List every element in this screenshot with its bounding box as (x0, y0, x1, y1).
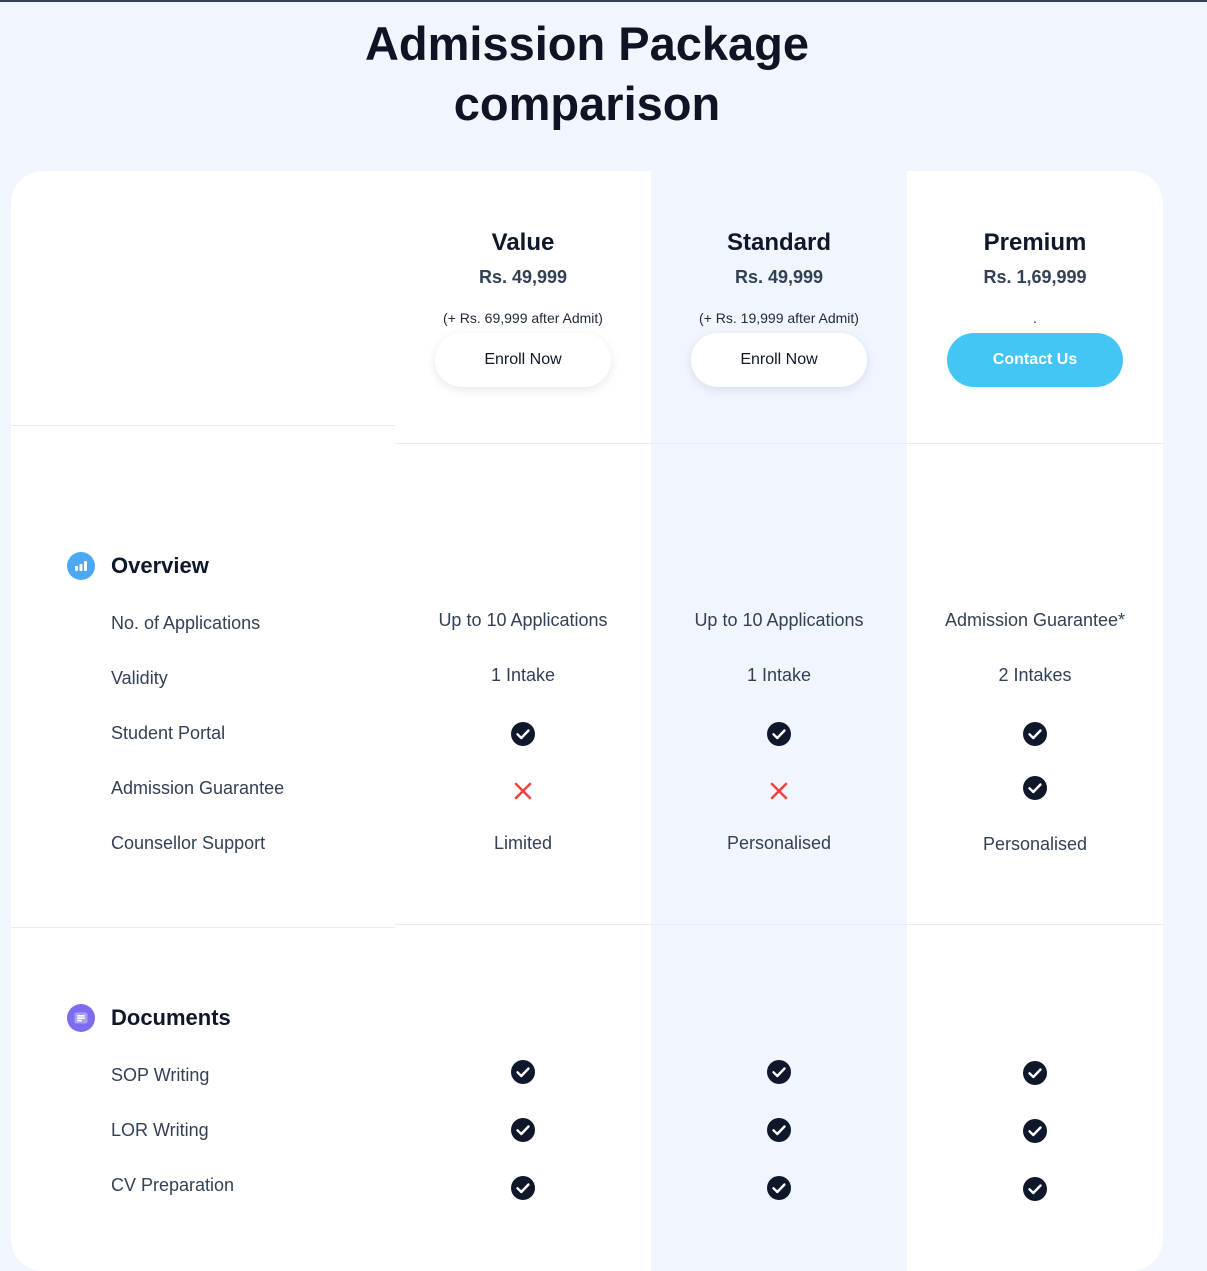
cell-premium (907, 775, 1163, 801)
cell-value (395, 1059, 651, 1085)
divider-plans-header (395, 443, 1163, 444)
contact-us-button[interactable]: Contact Us (947, 333, 1123, 387)
cell-premium (907, 1176, 1163, 1202)
page-title-line2: comparison (453, 77, 721, 130)
bar-chart-icon (67, 552, 95, 580)
check-icon (767, 722, 791, 747)
cell-value (395, 1175, 651, 1201)
cell-value: 1 Intake (490, 665, 556, 685)
cell-premium: Admission Guarantee* (944, 610, 1126, 630)
cell-premium (907, 1118, 1163, 1144)
cell-standard (651, 1059, 907, 1085)
cell-standard (651, 1117, 907, 1143)
row-label: CV Preparation (111, 1175, 235, 1195)
cross-icon (514, 782, 532, 800)
plan-name: Value (491, 229, 555, 256)
section-title: Overview (111, 553, 209, 578)
row-label: Student Portal (111, 723, 226, 743)
check-icon (1023, 1119, 1047, 1144)
row-label: Admission Guarantee (111, 778, 285, 798)
top-border (0, 0, 1207, 2)
row-label: SOP Writing (111, 1065, 210, 1085)
plan-price: Rs. 49,999 (734, 267, 824, 287)
cell-standard: Personalised (726, 833, 832, 853)
plan-price: Rs. 1,69,999 (983, 267, 1087, 287)
check-icon (511, 1060, 535, 1085)
cell-premium: Personalised (982, 834, 1088, 854)
plan-note: (+ Rs. 69,999 after Admit) (443, 310, 603, 326)
cell-premium (907, 721, 1163, 747)
check-icon (1023, 1061, 1047, 1086)
cell-value: Up to 10 Applications (438, 610, 608, 630)
cell-value (395, 1117, 651, 1143)
row-label: LOR Writing (111, 1120, 209, 1140)
cross-icon (770, 782, 788, 800)
plan-price: Rs. 49,999 (478, 267, 568, 287)
check-icon (767, 1176, 791, 1201)
divider-label-overview (11, 927, 395, 928)
plan-name: Premium (983, 229, 1087, 256)
plan-note: (+ Rs. 19,999 after Admit) (699, 310, 859, 326)
page-title-line1: Admission Package (364, 17, 810, 70)
enroll-now-button[interactable]: Enroll Now (435, 333, 611, 387)
section-documents-header: Documents (67, 1004, 231, 1032)
cell-value (395, 778, 651, 802)
check-icon (1023, 1177, 1047, 1202)
cell-premium: 2 Intakes (998, 665, 1072, 685)
check-icon (511, 1176, 535, 1201)
plan-note: . (1033, 310, 1037, 326)
check-icon (767, 1060, 791, 1085)
cell-standard: Up to 10 Applications (694, 610, 864, 630)
check-icon (767, 1118, 791, 1143)
cell-standard: 1 Intake (746, 665, 812, 685)
section-overview-header: Overview (67, 552, 209, 580)
check-icon (511, 722, 535, 747)
cell-standard (651, 721, 907, 747)
page-title: Admission Package comparison (0, 14, 1174, 134)
cell-premium (907, 1060, 1163, 1086)
cell-value: Limited (493, 833, 553, 853)
check-icon (1023, 722, 1047, 747)
divider-label-header (11, 425, 395, 426)
row-label: Counsellor Support (111, 833, 266, 853)
cell-standard (651, 778, 907, 802)
plan-name: Standard (726, 229, 831, 256)
row-label: Validity (111, 668, 168, 688)
enroll-now-button[interactable]: Enroll Now (691, 333, 867, 387)
section-title: Documents (111, 1005, 231, 1030)
check-icon (1023, 776, 1047, 801)
cell-standard (651, 1175, 907, 1201)
check-icon (511, 1118, 535, 1143)
document-icon (67, 1004, 95, 1032)
cell-value (395, 721, 651, 747)
comparison-card: Value Rs. 49,999 (+ Rs. 69,999 after Adm… (11, 171, 1163, 1271)
row-label: No. of Applications (111, 613, 261, 633)
divider-plans-overview (395, 924, 1163, 925)
